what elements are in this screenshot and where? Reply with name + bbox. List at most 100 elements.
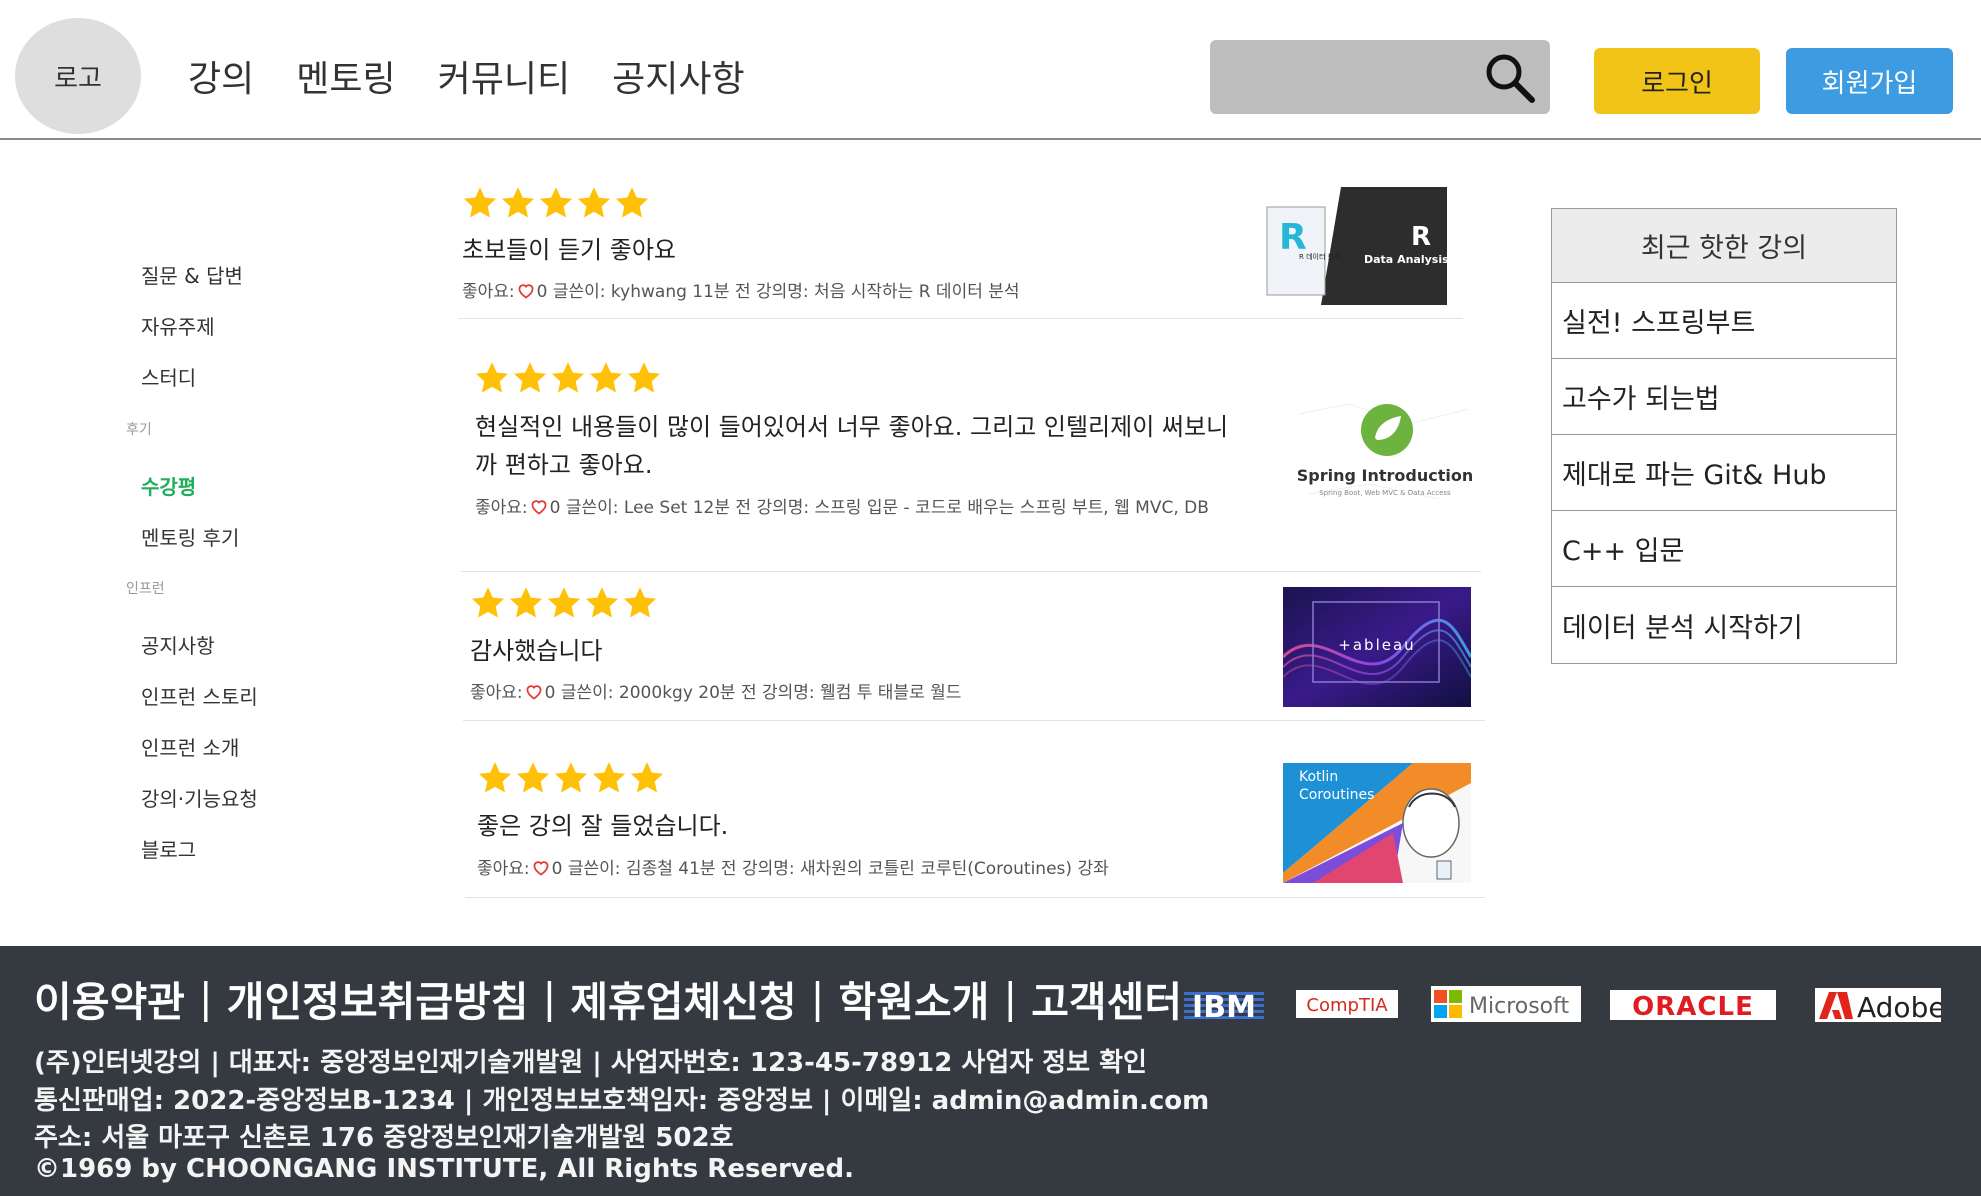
heart-icon[interactable] — [525, 684, 543, 700]
course-thumbnail[interactable]: Kotlin Coroutines — [1283, 763, 1471, 883]
svg-text:CompTIA: CompTIA — [1306, 995, 1388, 1016]
search-icon[interactable] — [1482, 50, 1538, 106]
review-meta: 좋아요: 0 글쓴이: kyhwang 11분 전 강의명: 처음 시작하는 R … — [462, 277, 1020, 302]
sidebar-item-about[interactable]: 인프런 소개 — [141, 732, 239, 761]
recent-lecture-item[interactable]: 제대로 파는 Git& Hub — [1552, 435, 1896, 511]
heart-icon[interactable] — [532, 860, 550, 876]
review-card[interactable]: 초보들이 듣기 좋아요 좋아요: 0 글쓴이: kyhwang 11분 전 강의명… — [458, 183, 1463, 319]
star-icon — [622, 585, 658, 621]
login-button[interactable]: 로그인 — [1594, 48, 1760, 114]
recent-lecture-item[interactable]: C++ 입문 — [1552, 511, 1896, 587]
sidebar-item-course-review[interactable]: 수강평 — [141, 471, 196, 500]
sidebar-item-notice[interactable]: 공지사항 — [141, 630, 215, 659]
footer-link-support[interactable]: 고객센터 — [1031, 968, 1182, 1028]
rating-stars — [474, 360, 662, 396]
star-icon — [470, 585, 506, 621]
star-icon — [546, 585, 582, 621]
heart-icon[interactable] — [530, 499, 548, 515]
book-label: R 데이터 분석 — [1299, 252, 1341, 261]
footer-links: 이용약관 | 개인정보취급방침 | 제휴업체신청 | 학원소개 | 고객센터 — [34, 968, 1182, 1028]
svg-text:IBM: IBM — [1192, 990, 1256, 1022]
heart-icon[interactable] — [517, 283, 535, 299]
star-icon — [508, 585, 544, 621]
sidebar-item-qna[interactable]: 질문 & 답변 — [141, 260, 243, 289]
footer-separator: | — [810, 974, 825, 1022]
nav-notice[interactable]: 공지사항 — [612, 50, 744, 102]
rating-stars — [462, 185, 650, 221]
star-icon — [500, 185, 536, 221]
svg-text:Microsoft: Microsoft — [1469, 994, 1569, 1019]
review-title-line: 현실적인 내용들이 많이 들어있어서 너무 좋아요. 그리고 인텔리제이 써보니 — [475, 413, 1229, 441]
thumb-title: Spring Introduction — [1297, 466, 1473, 485]
search-input[interactable] — [1226, 56, 1476, 98]
review-meta: 좋아요: 0 글쓴이: 2000kgy 20분 전 강의명: 웰컴 투 태블로 월… — [470, 678, 961, 703]
comptia-logo: CompTIA — [1296, 990, 1398, 1018]
star-icon — [576, 185, 612, 221]
search-bar — [1210, 40, 1550, 114]
sidebar-item-free-topic[interactable]: 자유주제 — [141, 311, 215, 340]
likes-label: 좋아요: — [462, 282, 515, 302]
sidebar-item-mentoring-review[interactable]: 멘토링 후기 — [141, 522, 239, 551]
review-title: 초보들이 듣기 좋아요 — [462, 236, 676, 264]
sidebar-section-inflearn: 인프런 — [126, 581, 165, 597]
star-icon — [591, 760, 627, 796]
recent-lecture-item[interactable]: 고수가 되는법 — [1552, 359, 1896, 435]
star-icon — [512, 360, 548, 396]
footer-address: 주소: 서울 마포구 신촌로 176 중앙정보인재기술개발원 502호 — [34, 1123, 734, 1153]
star-icon — [614, 185, 650, 221]
footer-link-partnership[interactable]: 제휴업체신청 — [570, 968, 796, 1028]
rating-stars — [470, 585, 658, 621]
star-icon — [626, 360, 662, 396]
likes-label: 좋아요: — [470, 683, 523, 703]
site-logo[interactable]: 로고 — [15, 18, 141, 134]
footer-separator: | — [542, 974, 557, 1022]
nav-mentoring[interactable]: 멘토링 — [296, 50, 395, 102]
review-meta-text: 0 글쓴이: kyhwang 11분 전 강의명: 처음 시작하는 R 데이터 … — [536, 282, 1020, 302]
course-thumbnail[interactable]: R R 데이터 분석 R Data Analysis — [1261, 187, 1449, 305]
footer-link-academy[interactable]: 학원소개 — [838, 968, 989, 1028]
rating-stars — [477, 760, 665, 796]
site-footer: 이용약관 | 개인정보취급방침 | 제휴업체신청 | 학원소개 | 고객센터 I… — [0, 946, 1981, 1196]
thumb-title-line: Coroutines — [1299, 787, 1374, 803]
review-card[interactable]: 현실적인 내용들이 많이 들어있어서 너무 좋아요. 그리고 인텔리제이 써보니… — [461, 340, 1481, 572]
review-card[interactable]: 감사했습니다 좋아요: 0 글쓴이: 2000kgy 20분 전 강의명: 웰컴 … — [463, 573, 1485, 721]
review-meta-text: 0 글쓴이: 2000kgy 20분 전 강의명: 웰컴 투 태블로 월드 — [544, 683, 962, 703]
star-icon — [553, 760, 589, 796]
microsoft-logo: Microsoft — [1431, 986, 1581, 1022]
review-title: 현실적인 내용들이 많이 들어있어서 너무 좋아요. 그리고 인텔리제이 써보니… — [475, 408, 1265, 484]
sidebar-section-review: 후기 — [126, 422, 152, 438]
sidebar-item-story[interactable]: 인프런 스토리 — [141, 681, 258, 710]
signup-button[interactable]: 회원가입 — [1786, 48, 1953, 114]
recent-lecture-item[interactable]: 실전! 스프링부트 — [1552, 283, 1896, 359]
likes-label: 좋아요: — [477, 859, 530, 879]
nav-community[interactable]: 커뮤니티 — [438, 50, 570, 102]
sidebar-item-blog[interactable]: 블로그 — [141, 834, 196, 863]
recent-hot-title: 최근 핫한 강의 — [1552, 209, 1896, 283]
sidebar-item-study[interactable]: 스터디 — [141, 362, 196, 391]
footer-business-info: 통신판매업: 2022-중앙정보B-1234 | 개인정보보호책임자: 중앙정보… — [34, 1086, 1210, 1116]
star-icon — [629, 760, 665, 796]
star-icon — [474, 360, 510, 396]
footer-company-info: (주)인터넷강의 | 대표자: 중앙정보인재기술개발원 | 사업자번호: 123… — [34, 1048, 1147, 1078]
review-meta: 좋아요: 0 글쓴이: Lee Set 12분 전 강의명: 스프링 입문 - 코… — [475, 493, 1209, 518]
thumb-subtitle: Spring Boot, Web MVC & Data Access — [1319, 489, 1451, 497]
course-thumbnail[interactable]: Spring Introduction Spring Boot, Web MVC… — [1289, 394, 1481, 514]
footer-copyright: ©1969 by CHOONGANG INSTITUTE, All Rights… — [34, 1154, 854, 1184]
recent-lecture-item[interactable]: 데이터 분석 시작하기 — [1552, 587, 1896, 663]
footer-link-privacy[interactable]: 개인정보취급방침 — [227, 968, 529, 1028]
svg-text:R: R — [1279, 217, 1307, 258]
sidebar-item-request[interactable]: 강의·기능요청 — [141, 783, 258, 812]
review-title: 감사했습니다 — [470, 637, 603, 665]
star-icon — [538, 185, 574, 221]
review-meta-text: 0 글쓴이: 김종철 41분 전 강의명: 새차원의 코틀린 코루틴(Corou… — [551, 859, 1109, 879]
review-card[interactable]: 좋은 강의 잘 들었습니다. 좋아요: 0 글쓴이: 김종철 41분 전 강의명:… — [465, 745, 1485, 898]
svg-text:Adobe: Adobe — [1857, 991, 1941, 1022]
ibm-logo: IBM — [1182, 988, 1266, 1022]
course-thumbnail[interactable]: +ableau — [1281, 587, 1473, 707]
nav-lectures[interactable]: 강의 — [188, 50, 254, 102]
star-icon — [550, 360, 586, 396]
footer-link-terms[interactable]: 이용약관 — [34, 968, 185, 1028]
thumb-title: R — [1411, 222, 1431, 252]
thumb-subtitle: Data Analysis — [1364, 253, 1447, 266]
star-icon — [515, 760, 551, 796]
